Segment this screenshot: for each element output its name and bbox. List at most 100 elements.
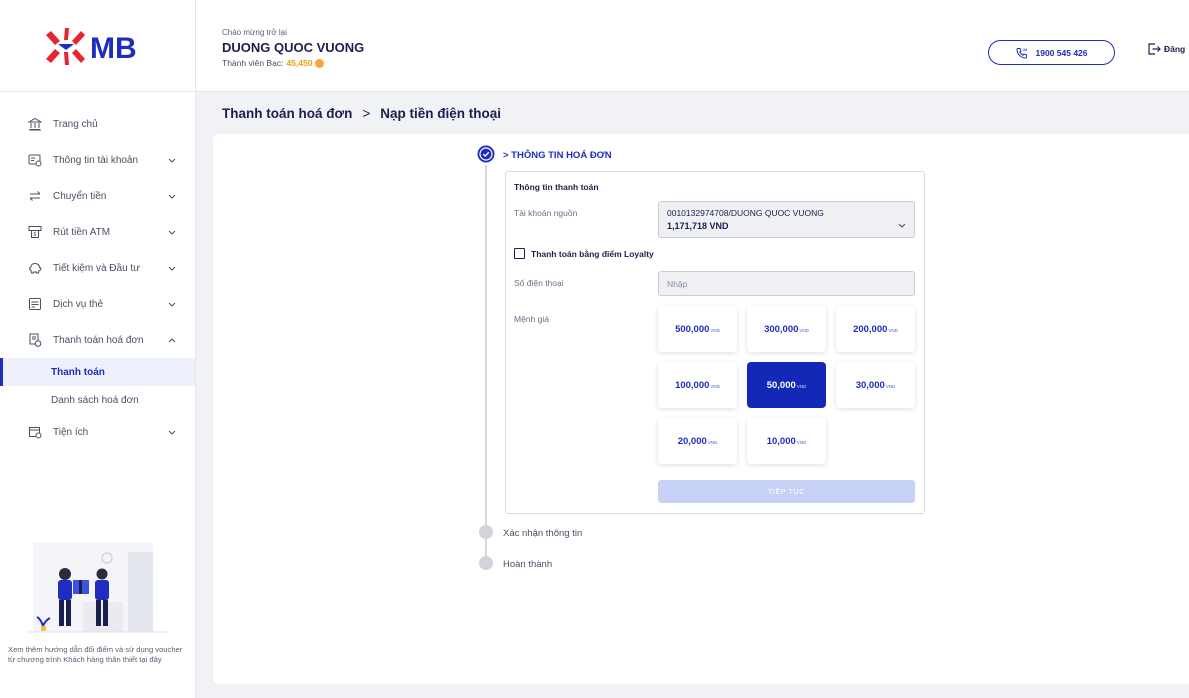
svg-text:$: $	[34, 232, 37, 238]
source-account-label: Tài khoản nguồn	[514, 208, 578, 218]
denomination-option[interactable]: 30,000 VND	[836, 362, 915, 408]
utility-icon	[27, 424, 43, 440]
denomination-option-selected[interactable]: 50,000 VND	[747, 362, 826, 408]
top-header: MB Chào mừng trở lại DUONG QUOC VUONG Th…	[0, 0, 1189, 92]
phone-input[interactable]	[658, 271, 915, 296]
source-account-select[interactable]: 0010132974708/DUONG QUOC VUONG 1,171,718…	[658, 201, 915, 238]
sidebar: Trang chủ Thông tin tài khoản Chuyển tiề…	[0, 92, 196, 698]
chevron-down-icon	[167, 299, 177, 309]
sidebar-item-label: Tiết kiệm và Đầu tư	[53, 262, 140, 274]
breadcrumb-current: Nạp tiền điện thoại	[380, 106, 501, 121]
denomination-option[interactable]: 10,000 VND	[747, 418, 826, 464]
sidebar-item-label: Tiện ích	[53, 426, 89, 438]
source-account-number: 0010132974708/DUONG QUOC VUONG	[667, 208, 824, 218]
card-icon	[27, 296, 43, 312]
denomination-value: 50,000	[766, 379, 796, 391]
form-section-title: Thông tin thanh toán	[514, 182, 599, 192]
sidebar-subitem-payment[interactable]: Thanh toán	[0, 358, 195, 386]
chevron-down-icon	[167, 227, 177, 237]
logout-label: Đăng	[1164, 44, 1186, 54]
sidebar-item-account-info[interactable]: Thông tin tài khoản	[0, 142, 195, 178]
chevron-down-icon	[167, 427, 177, 437]
denomination-currency: VND	[710, 328, 720, 333]
step-dot-pending	[479, 556, 493, 570]
member-points: 45,450	[286, 58, 313, 68]
denomination-value: 500,000	[675, 323, 710, 335]
logout-icon	[1148, 43, 1161, 55]
denomination-currency: VND	[888, 328, 898, 333]
stepper-line	[485, 165, 487, 565]
denomination-option[interactable]: 500,000 VND	[658, 306, 737, 352]
sidebar-item-card-services[interactable]: Dịch vụ thẻ	[0, 286, 195, 322]
user-name: DUONG QUOC VUONG	[222, 40, 365, 55]
denomination-currency: VND	[796, 440, 807, 445]
member-label: Thành viên Bạc:	[222, 58, 284, 68]
step-complete-label: Hoàn thành	[503, 559, 553, 570]
sidebar-subitem-bill-list[interactable]: Danh sách hoá đơn	[0, 386, 195, 414]
chevron-down-icon	[167, 191, 177, 201]
denomination-option[interactable]: 300,000 VND	[747, 306, 826, 352]
denomination-value: 300,000	[764, 323, 799, 335]
denomination-option[interactable]: 100,000 VND	[658, 362, 737, 408]
mb-logo-icon: MB	[45, 28, 136, 65]
chevron-down-icon	[898, 215, 906, 233]
denomination-currency: VND	[710, 384, 720, 389]
denomination-value: 30,000	[855, 379, 885, 391]
piggy-bank-icon	[27, 260, 43, 276]
breadcrumb-separator: >	[362, 106, 371, 121]
breadcrumb-parent[interactable]: Thanh toán hoá đơn	[222, 106, 352, 121]
mb-logo[interactable]: MB	[0, 0, 196, 92]
denomination-currency: VND	[799, 328, 809, 333]
breadcrumb: Thanh toán hoá đơn > Nạp tiền điện thoại	[222, 106, 501, 121]
people-gift-illustration	[28, 542, 168, 633]
transfer-icon	[27, 188, 43, 204]
loyalty-checkbox[interactable]	[514, 248, 525, 259]
step-active-title: > THÔNG TIN HOÁ ĐƠN	[503, 150, 612, 161]
sidebar-item-atm[interactable]: $ Rút tiền ATM	[0, 214, 195, 250]
phone-24h-icon: 24	[1015, 47, 1027, 59]
denomination-value: 100,000	[675, 379, 710, 391]
loyalty-option[interactable]: Thanh toán bằng điểm Loyalty	[514, 248, 654, 259]
loyalty-label: Thanh toán bằng điểm Loyalty	[531, 248, 654, 259]
hotline-number: 1900 545 426	[1035, 47, 1088, 58]
denomination-option[interactable]: 20,000 VND	[658, 418, 737, 464]
step-confirm-label: Xác nhận thông tin	[503, 528, 583, 539]
sidebar-item-utilities[interactable]: Tiện ích	[0, 414, 195, 450]
sidebar-item-bill-payment[interactable]: Thanh toán hoá đơn	[0, 322, 195, 358]
logout-button[interactable]: Đăng	[1147, 42, 1185, 56]
continue-button[interactable]: TIẾP TỤC	[658, 480, 915, 503]
denomination-label: Mệnh giá	[514, 314, 549, 324]
denomination-value: 10,000	[766, 435, 796, 447]
denomination-value: 200,000	[853, 323, 888, 335]
sidebar-item-home[interactable]: Trang chủ	[0, 106, 195, 142]
sidebar-item-label: Rút tiền ATM	[53, 226, 111, 238]
denomination-currency: VND	[707, 440, 718, 445]
atm-icon: $	[27, 224, 43, 240]
sidebar-item-label: Thông tin tài khoản	[53, 154, 139, 166]
member-tier: Thành viên Bạc: 45,450	[222, 58, 364, 68]
sidebar-item-label: Trang chủ	[53, 118, 98, 130]
greeting-text: Chào mừng trở lại	[222, 28, 287, 37]
denomination-currency: VND	[885, 384, 896, 389]
chevron-up-icon	[167, 335, 177, 345]
bill-icon	[27, 332, 43, 348]
phone-label: Số điện thoại	[514, 278, 564, 288]
sidebar-item-label: Thanh toán hoá đơn	[53, 334, 144, 346]
account-card-icon	[27, 152, 43, 168]
source-account-balance: 1,171,718 VND	[667, 221, 729, 231]
promo-text[interactable]: Xem thêm hướng dẫn đổi điểm và sử dụng v…	[8, 645, 190, 665]
svg-text:24: 24	[1023, 48, 1027, 52]
hotline-button[interactable]: 24 1900 545 426	[988, 40, 1115, 65]
chevron-down-icon	[167, 263, 177, 273]
denomination-option[interactable]: 200,000 VND	[836, 306, 915, 352]
sidebar-nav: Trang chủ Thông tin tài khoản Chuyển tiề…	[0, 92, 195, 450]
greeting-block: Chào mừng trở lại DUONG QUOC VUONG Thành…	[222, 28, 364, 68]
denomination-currency: VND	[796, 384, 807, 389]
loyalty-promo-illustration[interactable]	[0, 522, 196, 640]
check-circle-icon	[477, 145, 495, 163]
sidebar-item-transfer[interactable]: Chuyển tiền	[0, 178, 195, 214]
step-dot-pending	[479, 525, 493, 539]
sidebar-item-savings[interactable]: Tiết kiệm và Đầu tư	[0, 250, 195, 286]
coin-icon	[315, 58, 325, 68]
denomination-value: 20,000	[677, 435, 707, 447]
